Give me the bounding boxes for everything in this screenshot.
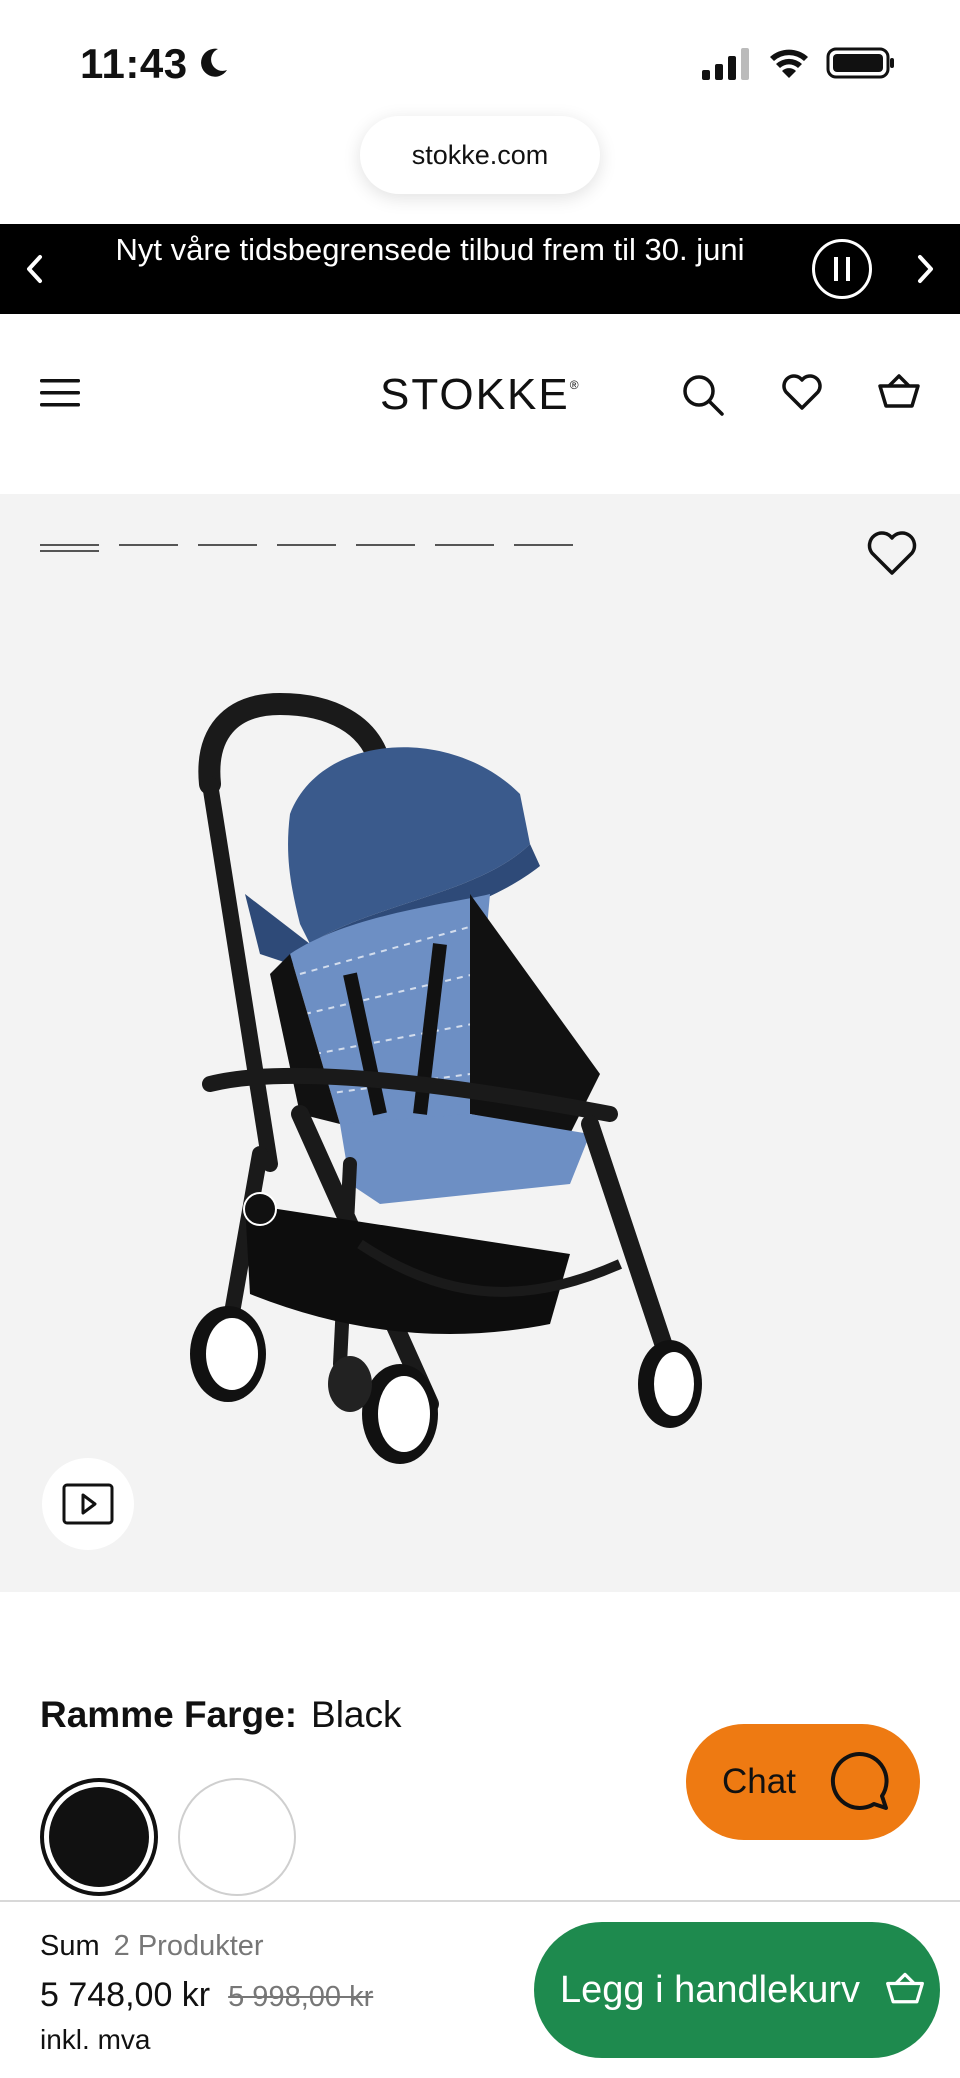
sum-row: Sum 2 Produkter xyxy=(40,1930,264,1963)
gallery-indicators xyxy=(40,544,573,552)
promo-text: Nyt våre tidsbegrensede tilbud frem til … xyxy=(115,232,745,267)
logo-text: STOKKE xyxy=(380,370,570,419)
sum-label: Sum xyxy=(40,1930,100,1962)
play-icon xyxy=(62,1483,114,1525)
heart-icon[interactable] xyxy=(780,372,824,412)
promo-next-button[interactable] xyxy=(906,244,946,294)
gallery-indicator[interactable] xyxy=(514,544,573,546)
promo-pause-button[interactable] xyxy=(812,239,872,299)
gallery-indicator[interactable] xyxy=(198,544,257,546)
price-row: 5 748,00 kr 5 998,00 kr xyxy=(40,1976,373,2015)
menu-icon[interactable] xyxy=(38,376,82,410)
gallery-indicator[interactable] xyxy=(119,544,178,546)
frame-color-label: Ramme Farge: Black xyxy=(40,1694,402,1736)
chat-button[interactable]: Chat xyxy=(686,1724,920,1840)
chat-label: Chat xyxy=(722,1762,796,1801)
add-to-cart-label: Legg i handlekurv xyxy=(560,1968,860,2011)
gallery-indicator[interactable] xyxy=(40,544,99,552)
product-image xyxy=(190,692,702,1464)
basket-icon xyxy=(886,1972,924,2004)
url-text: stokke.com xyxy=(411,139,549,170)
wifi-icon xyxy=(770,49,808,78)
color-label-key: Ramme Farge: xyxy=(40,1694,298,1735)
product-gallery[interactable] xyxy=(0,494,960,1592)
wishlist-heart-icon[interactable] xyxy=(864,528,920,578)
chevron-left-icon xyxy=(27,255,42,283)
gallery-indicator[interactable] xyxy=(435,544,494,546)
chevron-right-icon xyxy=(918,255,933,283)
site-header: STOKKE® xyxy=(0,314,960,494)
signal-icon xyxy=(702,48,749,80)
add-to-cart-button[interactable]: Legg i handlekurv xyxy=(534,1922,940,2058)
color-swatch-white[interactable] xyxy=(178,1778,296,1896)
url-bar[interactable]: stokke.com xyxy=(360,116,600,194)
gallery-indicator[interactable] xyxy=(277,544,336,546)
search-icon[interactable] xyxy=(680,372,726,418)
vat-note: inkl. mva xyxy=(40,2024,151,2055)
basket-icon[interactable] xyxy=(876,372,922,412)
product-count: 2 Produkter xyxy=(113,1930,264,1962)
promo-prev-button[interactable] xyxy=(14,244,54,294)
logo-registered-mark: ® xyxy=(569,378,581,392)
color-label-value: Black xyxy=(311,1694,402,1735)
chat-bubble-icon xyxy=(830,1751,889,1810)
pause-icon xyxy=(834,257,838,281)
current-price: 5 748,00 kr xyxy=(40,1976,211,2014)
moon-icon xyxy=(201,48,227,77)
cart-summary-bar: Sum 2 Produkter 5 748,00 kr 5 998,00 kr in… xyxy=(0,1900,960,2078)
old-price: 5 998,00 kr xyxy=(228,1981,374,2013)
status-bar: 11:43 xyxy=(0,0,960,120)
status-time: 11:43 xyxy=(80,40,188,87)
promo-banner: Nyt våre tidsbegrensede tilbud frem til … xyxy=(0,224,960,314)
stokke-logo[interactable]: STOKKE® xyxy=(380,370,580,420)
color-swatch-black[interactable] xyxy=(40,1778,158,1896)
video-button[interactable] xyxy=(42,1458,134,1550)
battery-icon xyxy=(826,47,894,79)
gallery-indicator[interactable] xyxy=(356,544,415,546)
